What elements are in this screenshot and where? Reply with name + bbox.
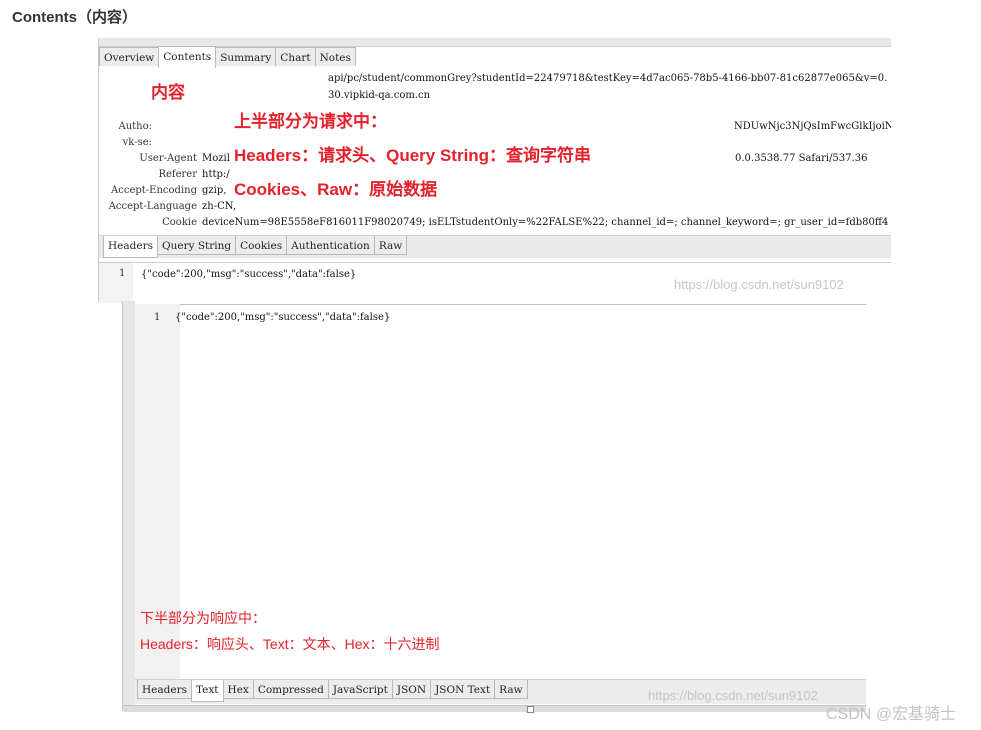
request-headers-view: api/pc/student/commonGrey?studentId=2247… <box>99 65 891 235</box>
header-value: deviceNum=98E5558eF816011F98020749; isEL… <box>202 217 889 228</box>
tab-query-string[interactable]: Query String <box>156 236 237 255</box>
panel-top-border <box>135 304 866 305</box>
header-name: Referer <box>158 169 197 180</box>
watermark-url-lower: https://blog.csdn.net/sun9102 <box>648 688 818 703</box>
tab-request-headers[interactable]: Headers <box>103 236 158 258</box>
tab-json-text[interactable]: JSON Text <box>430 680 496 699</box>
line-number: 1 <box>119 268 126 279</box>
window-top-strip <box>99 38 891 47</box>
header-value: gzip, <box>202 185 227 196</box>
tab-request-raw[interactable]: Raw <box>373 236 408 255</box>
tab-cookies[interactable]: Cookies <box>235 236 288 255</box>
request-url-line1: api/pc/student/commonGrey?studentId=2247… <box>328 73 888 84</box>
watermark-url: https://blog.csdn.net/sun9102 <box>674 277 844 292</box>
header-name: Cookie <box>162 217 197 228</box>
header-name: Accept-Language <box>108 201 197 212</box>
annotation-upper: 上半部分为请求中： <box>234 112 387 131</box>
tab-javascript[interactable]: JavaScript <box>327 680 393 699</box>
tab-compressed[interactable]: Compressed <box>252 680 329 699</box>
tab-authentication[interactable]: Authentication <box>286 236 375 255</box>
annotation-cookies-raw: Cookies、Raw：原始数据 <box>234 180 438 199</box>
tab-summary[interactable]: Summary <box>215 47 277 66</box>
tab-overview[interactable]: Overview <box>99 47 160 66</box>
tab-json[interactable]: JSON <box>391 680 432 699</box>
annotation-headers-query: Headers：请求头、Query String：查询字符串 <box>234 146 592 165</box>
scrollbar-handle[interactable] <box>527 706 534 713</box>
panel-left-margin <box>123 301 135 711</box>
annotation-response-tabs: Headers：响应头、Text：文本、Hex：十六进制 <box>140 636 440 652</box>
csdn-watermark: CSDN @宏基骑士 <box>826 706 957 723</box>
tab-notes[interactable]: Notes <box>314 47 356 66</box>
tab-response-raw[interactable]: Raw <box>494 680 528 699</box>
section-heading: Contents（内容） <box>12 9 137 26</box>
horizontal-scrollbar[interactable] <box>123 705 866 713</box>
json-text[interactable]: {"code":200,"msg":"success","data":false… <box>141 269 356 280</box>
tab-text[interactable]: Text <box>190 680 224 702</box>
request-panel: Overview Contents Summary Chart Notes ap… <box>98 38 891 303</box>
tab-hex[interactable]: Hex <box>222 680 254 699</box>
line-number: 1 <box>154 312 161 323</box>
json-text[interactable]: {"code":200,"msg":"success","data":false… <box>175 312 390 323</box>
line-gutter <box>99 263 133 303</box>
top-tab-bar: Overview Contents Summary Chart Notes <box>99 46 356 68</box>
header-value: zh-CN, <box>202 201 237 212</box>
header-name: vk-se: <box>122 137 152 148</box>
header-value: Mozil <box>202 153 230 164</box>
header-name: Autho: <box>118 121 152 132</box>
tab-response-headers[interactable]: Headers <box>137 680 192 699</box>
response-panel: 1 {"code":200,"msg":"success","data":fal… <box>122 301 866 713</box>
annotation-lower: 下半部分为响应中： <box>140 610 266 626</box>
header-value: http:/ <box>202 169 230 180</box>
header-value-right: 0.0.3538.77 Safari/537.36 <box>735 153 868 164</box>
request-url-line2: 30.vipkid-qa.com.cn <box>328 90 431 101</box>
header-name: Accept-Encoding <box>111 185 197 196</box>
header-name: User-Agent <box>139 153 197 164</box>
request-subtab-bar: Headers Query String Cookies Authenticat… <box>99 235 891 258</box>
tab-chart[interactable]: Chart <box>275 47 316 66</box>
annotation-label: 内容 <box>151 83 185 102</box>
header-value-right: NDUwNjc3NjQsImFwcGlkIjoiNT <box>734 121 891 132</box>
